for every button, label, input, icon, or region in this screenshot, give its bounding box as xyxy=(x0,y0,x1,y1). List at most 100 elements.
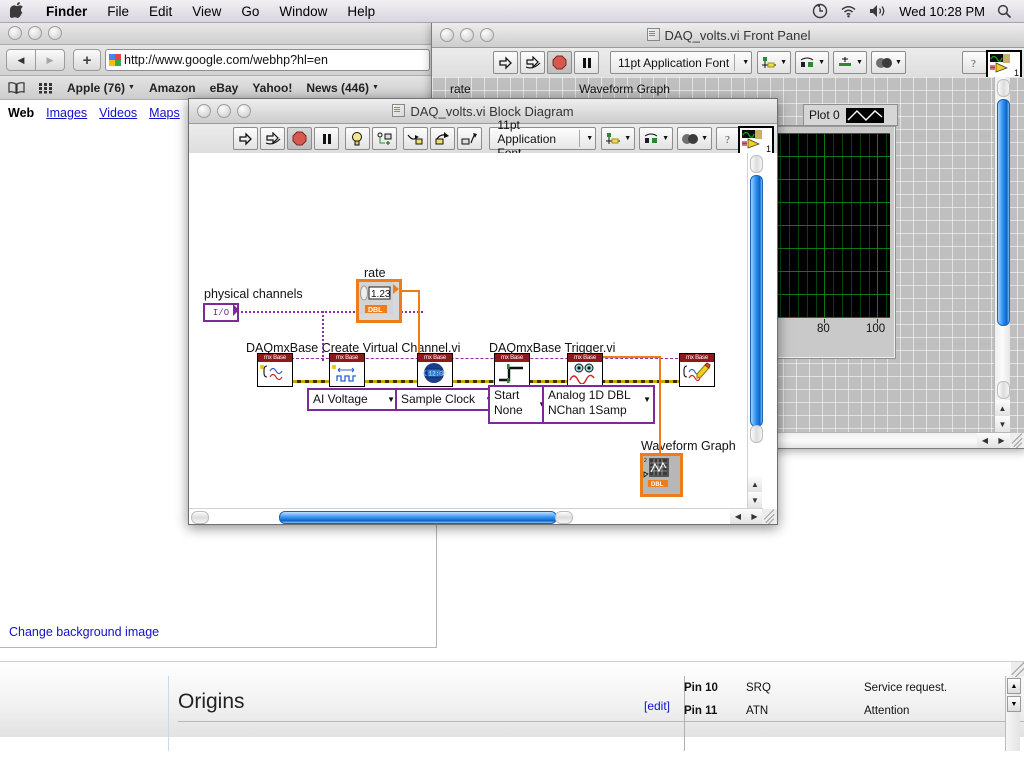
daqmx-timing-node[interactable]: mx Base xyxy=(329,353,365,387)
step-into-icon[interactable] xyxy=(402,127,428,150)
daqmx-create-virtual-channel-node[interactable]: mx Base xyxy=(257,353,293,387)
url-bar[interactable]: http://www.google.com/webhp?hl=en xyxy=(105,49,430,71)
scroll-up-arrow[interactable]: ▲ xyxy=(748,476,762,492)
origins-edit-link[interactable]: [edit] xyxy=(644,699,670,713)
block-diagram-window[interactable]: DAQ_volts.vi Block Diagram 11pt Applicat… xyxy=(188,98,778,525)
front-panel-toolbar[interactable]: 11pt Application Font ▼ ▼ ▼ ▼ ▼ ? 1 xyxy=(432,48,1024,80)
bookmark-apple[interactable]: Apple (76) ▼ xyxy=(67,81,135,95)
analog-1d-dbl-constant[interactable]: Analog 1D DBL NChan 1Samp ▼ xyxy=(542,385,655,424)
daqmx-read-node[interactable]: mx Base xyxy=(567,353,603,387)
scroll-down-arrow[interactable]: ▼ xyxy=(995,416,1010,433)
safari-titlebar[interactable] xyxy=(0,22,436,45)
daqmx-clear-task-node[interactable]: mx Base xyxy=(679,353,715,387)
google-tab-images[interactable]: Images xyxy=(46,106,87,120)
vi-icon-badge[interactable]: 1 xyxy=(738,126,774,156)
menu-edit[interactable]: Edit xyxy=(139,4,182,19)
sample-clock-constant[interactable]: Sample Clock ▼ xyxy=(395,388,497,411)
menu-bar-status[interactable]: Wed 10:28 PM xyxy=(812,0,1024,22)
font-selector[interactable]: 11pt Application Font ▼ xyxy=(489,118,597,160)
google-tab-maps[interactable]: Maps xyxy=(149,106,180,120)
align-objects-button[interactable]: ▼ xyxy=(601,127,636,150)
vi-icon-badge[interactable]: 1 xyxy=(986,50,1022,80)
scroll-left-arrow[interactable]: ◀ xyxy=(730,509,746,524)
bookmark-ebay[interactable]: eBay xyxy=(210,81,239,95)
back-button[interactable]: ◀ xyxy=(6,49,36,71)
scroll-down-arrow[interactable]: ▼ xyxy=(1007,696,1021,712)
bookmarks-bar[interactable]: Apple (76) ▼ Amazon eBay Yahoo! News (44… xyxy=(0,76,436,100)
scroll-up-arrow[interactable]: ▲ xyxy=(1007,678,1021,694)
search-icon[interactable] xyxy=(997,4,1012,19)
scroll-up-arrow[interactable]: ▲ xyxy=(995,400,1010,416)
safari-toolbar[interactable]: ◀ ▶ + http://www.google.com/webhp?hl=en xyxy=(0,45,436,76)
apple-logo-icon[interactable] xyxy=(9,1,24,21)
front-panel-vscrollbar[interactable]: ▲ ▼ xyxy=(994,77,1010,433)
resize-grip[interactable] xyxy=(1011,662,1024,677)
front-panel-vscroll-thumb[interactable] xyxy=(997,99,1010,326)
bookmark-yahoo[interactable]: Yahoo! xyxy=(252,81,292,95)
help-icon[interactable]: ? xyxy=(962,51,987,74)
bookmark-amazon[interactable]: Amazon xyxy=(149,81,196,95)
reorder-button[interactable]: ▼ xyxy=(677,127,712,150)
menu-finder[interactable]: Finder xyxy=(36,4,97,19)
top-sites-icon[interactable] xyxy=(39,82,53,94)
daqmx-start-task-node[interactable]: mx Base 12:00 xyxy=(417,353,453,387)
start-none-constant[interactable]: Start None ▼ xyxy=(488,385,550,424)
step-over-icon[interactable] xyxy=(429,127,455,150)
distribute-objects-button[interactable]: ▼ xyxy=(639,127,674,150)
run-arrow-icon[interactable] xyxy=(493,51,518,74)
volume-icon[interactable] xyxy=(869,4,887,18)
resize-grip[interactable] xyxy=(1010,433,1024,448)
retain-wire-values-icon[interactable] xyxy=(371,127,397,150)
pin-table-scrollbar[interactable]: ▲ ▼ xyxy=(1005,676,1021,751)
show-bookmarks-icon[interactable] xyxy=(8,81,25,94)
reorder-button[interactable]: ▼ xyxy=(870,51,906,74)
highlight-execution-icon[interactable] xyxy=(344,127,370,150)
block-diagram-hscrollbar[interactable]: ◀ ▶ xyxy=(189,508,763,524)
add-bookmark-button[interactable]: + xyxy=(73,49,101,71)
forward-button[interactable]: ▶ xyxy=(36,49,65,71)
google-tab-web[interactable]: Web xyxy=(8,106,34,120)
front-panel-titlebar[interactable]: DAQ_volts.vi Front Panel xyxy=(432,23,1024,48)
ai-voltage-constant[interactable]: AI Voltage ▼ xyxy=(307,388,399,411)
run-continuously-icon[interactable] xyxy=(260,127,286,150)
menu-window[interactable]: Window xyxy=(269,4,337,19)
resize-grip[interactable] xyxy=(762,509,777,524)
time-machine-icon[interactable] xyxy=(812,3,828,19)
minimize-button[interactable] xyxy=(28,26,42,40)
waveform-graph[interactable]: 60 80 100 xyxy=(762,125,896,359)
plot-style-swatch[interactable] xyxy=(845,107,884,123)
abort-icon[interactable] xyxy=(547,51,572,74)
block-diagram-canvas[interactable]: physical channels rate DAQmxBase Create … xyxy=(189,153,777,524)
waveform-graph-terminal[interactable]: 2 DBL xyxy=(640,453,683,497)
zoom-button[interactable] xyxy=(48,26,62,40)
menu-view[interactable]: View xyxy=(182,4,231,19)
change-background-link[interactable]: Change background image xyxy=(9,625,159,639)
step-out-icon[interactable] xyxy=(456,127,482,150)
block-diagram-vscrollbar[interactable]: ▲ ▼ xyxy=(747,153,763,509)
google-tab-videos[interactable]: Videos xyxy=(99,106,137,120)
run-arrow-icon[interactable] xyxy=(233,127,259,150)
pause-icon[interactable] xyxy=(574,51,599,74)
run-continuously-icon[interactable] xyxy=(520,51,545,74)
block-diagram-hscroll-thumb[interactable] xyxy=(279,511,557,524)
clock[interactable]: Wed 10:28 PM xyxy=(899,4,985,19)
daqmx-trigger-node[interactable]: mx Base xyxy=(494,353,530,387)
pause-icon[interactable] xyxy=(314,127,340,150)
wifi-icon[interactable] xyxy=(840,4,857,18)
scroll-right-arrow[interactable]: ▶ xyxy=(746,509,763,524)
distribute-objects-button[interactable]: ▼ xyxy=(795,51,829,74)
block-diagram-toolbar[interactable]: 11pt Application Font ▼ ▼ ▼ ▼ ? xyxy=(189,118,777,160)
block-diagram-titlebar[interactable]: DAQ_volts.vi Block Diagram xyxy=(189,99,777,124)
abort-icon[interactable] xyxy=(287,127,313,150)
menu-file[interactable]: File xyxy=(97,4,139,19)
close-button[interactable] xyxy=(8,26,22,40)
font-selector[interactable]: 11pt Application Font ▼ xyxy=(610,51,753,74)
scroll-right-arrow[interactable]: ▶ xyxy=(993,433,1010,448)
plot-legend[interactable]: Plot 0 xyxy=(803,104,898,126)
menu-bar[interactable]: Finder File Edit View Go Window Help Wed… xyxy=(0,0,1024,23)
menu-go[interactable]: Go xyxy=(231,4,269,19)
scroll-down-arrow[interactable]: ▼ xyxy=(748,492,762,509)
block-diagram-vscroll-thumb[interactable] xyxy=(750,175,763,427)
menu-help[interactable]: Help xyxy=(337,4,385,19)
graph-plot-area[interactable] xyxy=(772,133,890,318)
